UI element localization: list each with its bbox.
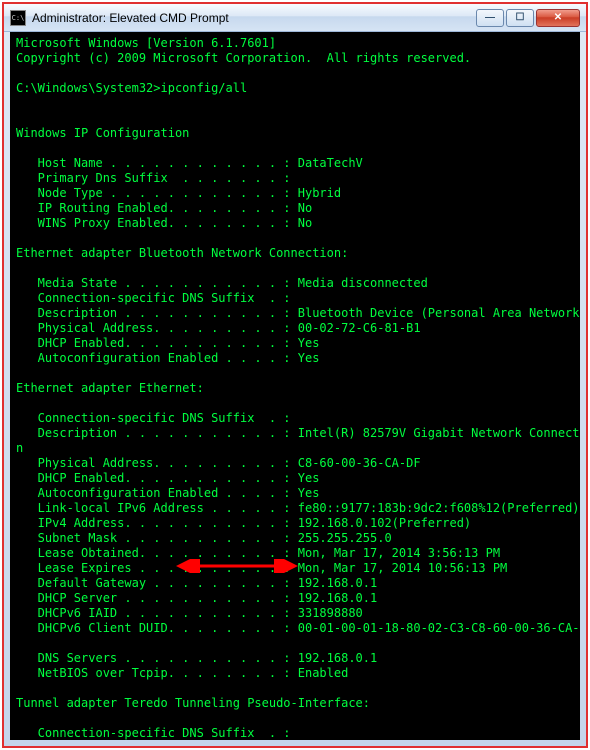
kv-line: Lease Expires . . . . . . . . . . : Mon,… <box>16 561 507 575</box>
section-heading: Ethernet adapter Ethernet: <box>16 381 204 395</box>
kv-line: Default Gateway . . . . . . . . . : 192.… <box>16 576 377 590</box>
kv-line: DHCP Enabled. . . . . . . . . . . : Yes <box>16 471 319 485</box>
kv-line: NetBIOS over Tcpip. . . . . . . . : Enab… <box>16 666 348 680</box>
minimize-button[interactable]: — <box>476 9 504 27</box>
kv-line: n <box>16 441 23 455</box>
kv-line: DHCPv6 IAID . . . . . . . . . . . : 3318… <box>16 606 363 620</box>
kv-line: Connection-specific DNS Suffix . : <box>16 411 291 425</box>
prompt-line: C:\Windows\System32>ipconfig/all <box>16 81 247 95</box>
kv-line: Node Type . . . . . . . . . . . . : Hybr… <box>16 186 341 200</box>
kv-line: Description . . . . . . . . . . . : Inte… <box>16 426 580 440</box>
kv-line: Physical Address. . . . . . . . . : C8-6… <box>16 456 421 470</box>
kv-line: WINS Proxy Enabled. . . . . . . . : No <box>16 216 312 230</box>
kv-line: Connection-specific DNS Suffix . : <box>16 726 291 740</box>
window-controls: — ☐ ✕ <box>474 9 580 27</box>
kv-line-ipv4: IPv4 Address. . . . . . . . . . . : 192.… <box>16 516 471 530</box>
section-heading: Ethernet adapter Bluetooth Network Conne… <box>16 246 348 260</box>
kv-line: Subnet Mask . . . . . . . . . . . : 255.… <box>16 531 392 545</box>
kv-line: DHCP Server . . . . . . . . . . . : 192.… <box>16 591 377 605</box>
kv-line: DHCP Enabled. . . . . . . . . . . : Yes <box>16 336 319 350</box>
line: Microsoft Windows [Version 6.1.7601] <box>16 36 276 50</box>
cmd-icon: C:\ <box>10 10 26 26</box>
kv-line: Description . . . . . . . . . . . : Blue… <box>16 306 580 320</box>
kv-line: DNS Servers . . . . . . . . . . . : 192.… <box>16 651 377 665</box>
close-button[interactable]: ✕ <box>536 9 580 27</box>
section-heading: Windows IP Configuration <box>16 126 189 140</box>
kv-line: Physical Address. . . . . . . . . : 00-0… <box>16 321 421 335</box>
section-heading: Tunnel adapter Teredo Tunneling Pseudo-I… <box>16 696 370 710</box>
kv-line: IP Routing Enabled. . . . . . . . : No <box>16 201 312 215</box>
kv-line: Primary Dns Suffix . . . . . . . : <box>16 171 291 185</box>
window-title: Administrator: Elevated CMD Prompt <box>32 11 474 25</box>
line: Copyright (c) 2009 Microsoft Corporation… <box>16 51 471 65</box>
kv-line: Autoconfiguration Enabled . . . . : Yes <box>16 486 319 500</box>
kv-line: Connection-specific DNS Suffix . : <box>16 291 291 305</box>
kv-line: Lease Obtained. . . . . . . . . . : Mon,… <box>16 546 500 560</box>
kv-line: Host Name . . . . . . . . . . . . : Data… <box>16 156 363 170</box>
console-output[interactable]: Microsoft Windows [Version 6.1.7601] Cop… <box>10 32 580 740</box>
maximize-button[interactable]: ☐ <box>506 9 534 27</box>
kv-line: DHCPv6 Client DUID. . . . . . . . : 00-0… <box>16 621 580 635</box>
cmd-window: C:\ Administrator: Elevated CMD Prompt —… <box>2 2 588 748</box>
kv-line: Link-local IPv6 Address . . . . . : fe80… <box>16 501 580 515</box>
titlebar[interactable]: C:\ Administrator: Elevated CMD Prompt —… <box>4 4 586 32</box>
kv-line: Autoconfiguration Enabled . . . . : Yes <box>16 351 319 365</box>
kv-line: Media State . . . . . . . . . . . : Medi… <box>16 276 428 290</box>
